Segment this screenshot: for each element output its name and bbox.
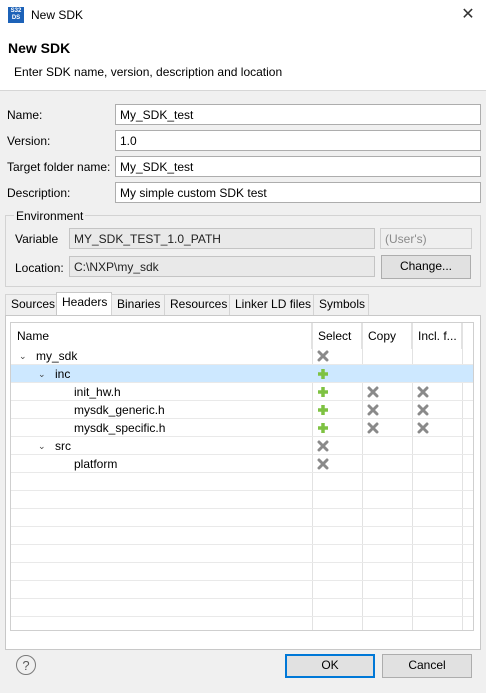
- tree-row-label: mysdk_specific.h: [74, 421, 166, 435]
- tab-symbols[interactable]: Symbols: [313, 294, 369, 315]
- tree-row-mysdk-generic[interactable]: mysdk_generic.h: [11, 401, 473, 419]
- selected-plus-icon[interactable]: [317, 422, 329, 434]
- tab-resources[interactable]: Resources: [164, 294, 230, 315]
- change-location-button[interactable]: Change...: [381, 255, 471, 279]
- tree-row-mysdk-specific[interactable]: mysdk_specific.h: [11, 419, 473, 437]
- chevron-down-icon[interactable]: ⌄: [19, 349, 27, 363]
- version-label: Version:: [7, 134, 51, 148]
- chevron-down-icon[interactable]: ⌄: [38, 439, 46, 453]
- include-x-icon[interactable]: [417, 422, 429, 434]
- include-x-icon[interactable]: [417, 404, 429, 416]
- tree-row-label: inc: [55, 367, 71, 381]
- name-label: Name:: [7, 108, 43, 122]
- copy-x-icon[interactable]: [367, 422, 379, 434]
- tree-row-label: my_sdk: [36, 349, 78, 363]
- empty-row: [11, 581, 473, 599]
- variable-label: Variable: [15, 232, 59, 246]
- tab-linker-ld-files[interactable]: Linker LD files: [229, 294, 314, 315]
- tree-row-label: init_hw.h: [74, 385, 121, 399]
- variable-scope-field: (User's): [380, 228, 472, 249]
- description-field[interactable]: My simple custom SDK test: [115, 182, 481, 203]
- tree-row-label: mysdk_generic.h: [74, 403, 165, 417]
- location-field: C:\NXP\my_sdk: [69, 256, 375, 277]
- dialog-title: New SDK: [8, 40, 71, 56]
- tree-row-platform[interactable]: platform: [11, 455, 473, 473]
- window-title: New SDK: [31, 8, 84, 22]
- empty-row: [11, 599, 473, 617]
- tree-row-init-hw[interactable]: init_hw.h: [11, 383, 473, 401]
- empty-row: [11, 527, 473, 545]
- ok-button[interactable]: OK: [285, 654, 375, 678]
- tab-sources[interactable]: Sources: [5, 294, 57, 315]
- app-icon-text: S32 DS: [10, 8, 22, 21]
- help-icon[interactable]: ?: [16, 655, 36, 675]
- tree-row-label: src: [55, 439, 71, 453]
- chevron-down-icon[interactable]: ⌄: [38, 367, 46, 381]
- include-x-icon[interactable]: [417, 386, 429, 398]
- description-label: Description:: [7, 186, 71, 200]
- deselected-x-icon[interactable]: [317, 440, 329, 452]
- selected-plus-icon[interactable]: [317, 386, 329, 398]
- selected-plus-icon[interactable]: [317, 368, 329, 380]
- dialog-description: Enter SDK name, version, description and…: [14, 65, 283, 79]
- tab-binaries[interactable]: Binaries: [111, 294, 165, 315]
- column-header-copy[interactable]: Copy: [362, 323, 412, 349]
- location-label: Location:: [15, 261, 64, 275]
- empty-row: [11, 473, 473, 491]
- close-icon[interactable]: ✕: [452, 2, 484, 28]
- empty-row: [11, 491, 473, 509]
- empty-row: [11, 545, 473, 563]
- empty-row: [11, 509, 473, 527]
- empty-row: [11, 563, 473, 581]
- tree-row-my-sdk[interactable]: ⌄ my_sdk: [11, 347, 473, 365]
- target-folder-label: Target folder name:: [7, 160, 111, 174]
- tree-row-src[interactable]: ⌄ src: [11, 437, 473, 455]
- tab-headers[interactable]: Headers: [56, 292, 112, 316]
- deselected-x-icon[interactable]: [317, 350, 329, 362]
- app-icon: S32 DS: [8, 7, 24, 23]
- deselected-x-icon[interactable]: [317, 458, 329, 470]
- column-header-select[interactable]: Select: [312, 323, 362, 349]
- name-field[interactable]: My_SDK_test: [115, 104, 481, 125]
- tree-row-inc[interactable]: ⌄ inc: [11, 365, 473, 383]
- copy-x-icon[interactable]: [367, 386, 379, 398]
- copy-x-icon[interactable]: [367, 404, 379, 416]
- column-header-name[interactable]: Name: [11, 323, 312, 349]
- headers-tree-table[interactable]: Name Select Copy Incl. f... ⌄ my_sdk ⌄ i…: [10, 322, 474, 631]
- version-field[interactable]: 1.0: [115, 130, 481, 151]
- variable-field: MY_SDK_TEST_1.0_PATH: [69, 228, 375, 249]
- tree-row-label: platform: [74, 457, 118, 471]
- environment-group-title: Environment: [14, 209, 86, 223]
- target-folder-field[interactable]: My_SDK_test: [115, 156, 481, 177]
- cancel-button[interactable]: Cancel: [382, 654, 472, 678]
- selected-plus-icon[interactable]: [317, 404, 329, 416]
- dialog-header: [0, 31, 486, 91]
- column-header-incl[interactable]: Incl. f...: [412, 323, 462, 349]
